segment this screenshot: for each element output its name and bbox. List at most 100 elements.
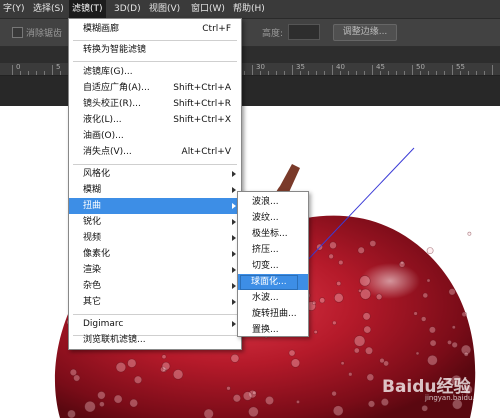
ruler-tick [356, 71, 357, 75]
menu-item-adaptive-wide-angle[interactable]: 自适应广角(A)... Shift+Ctrl+A [69, 80, 241, 96]
menu-item-label: 风格化 [83, 169, 111, 179]
water-droplet [319, 297, 326, 304]
ruler-tick [60, 71, 61, 75]
menu-item-label: 像素化 [83, 249, 111, 259]
menu-view[interactable]: 视图(V) [146, 0, 183, 18]
menu-item-filter-gallery-g[interactable]: 滤镜库(G)... [69, 64, 241, 80]
water-droplet [363, 325, 372, 334]
ruler-tick [420, 71, 421, 75]
ruler-label: 0 [16, 63, 21, 71]
water-droplet [331, 390, 337, 397]
submenu-arrow-icon [232, 171, 236, 177]
ruler-tick [260, 71, 261, 75]
menu-bar: 字(Y) 选择(S) 滤镜(T) 3D(D) 视图(V) 窗口(W) 帮助(H) [0, 0, 500, 19]
water-droplet [422, 292, 429, 299]
ruler-tick [244, 71, 245, 75]
water-droplet [252, 390, 257, 396]
anti-alias-label: 消除锯齿 [26, 29, 63, 39]
water-droplet [230, 353, 240, 363]
menu-item-vanishing-point[interactable]: 消失点(V)... Alt+Ctrl+V [69, 144, 241, 160]
menu-3d[interactable]: 3D(D) [111, 0, 144, 18]
refine-edge-button[interactable]: 调整边缘... [333, 24, 397, 41]
submenu-item-shear[interactable]: 切变... [238, 258, 308, 274]
menu-item-label: 视频 [83, 233, 102, 243]
menu-item-browse-online[interactable]: 浏览联机滤镜... [69, 332, 241, 348]
menu-help[interactable]: 帮助(H) [230, 0, 268, 18]
ruler-tick [12, 65, 13, 75]
submenu-item-ocean-ripple[interactable]: 水波... [238, 290, 308, 306]
menu-item-label: 自适应广角(A)... [83, 83, 150, 93]
menu-item-liquify[interactable]: 液化(L)... Shift+Ctrl+X [69, 112, 241, 128]
menu-item-noise[interactable]: 杂色 [69, 278, 241, 294]
water-droplet [313, 330, 318, 335]
menu-separator [73, 314, 237, 315]
menu-item-convert-smart[interactable]: 转换为智能滤镜 [69, 42, 241, 58]
menu-type[interactable]: 字(Y) [0, 0, 28, 18]
menu-window[interactable]: 窗口(W) [188, 0, 228, 18]
menu-item-digimarc[interactable]: Digimarc [69, 316, 241, 332]
water-droplet [447, 339, 452, 345]
submenu-item-pinch[interactable]: 挤压... [238, 242, 308, 258]
menu-item-shortcut: Alt+Ctrl+V [181, 147, 231, 157]
water-droplet [242, 391, 253, 401]
menu-item-render[interactable]: 渲染 [69, 262, 241, 278]
height-field[interactable] [288, 24, 320, 40]
menu-item-label: 油画(O)... [83, 131, 124, 141]
height-label: 高度: [262, 29, 284, 39]
water-droplet [133, 375, 143, 384]
submenu-item-label: 极坐标... [252, 229, 288, 239]
submenu-item-displace[interactable]: 置换... [238, 322, 308, 338]
menu-item-other[interactable]: 其它 [69, 294, 241, 310]
submenu-arrow-icon [232, 299, 236, 305]
water-droplet [172, 369, 184, 380]
ruler-tick [52, 65, 53, 75]
menu-item-distort[interactable]: 扭曲 [69, 198, 241, 214]
submenu-arrow-icon [232, 219, 236, 225]
menu-filter[interactable]: 滤镜(T) [69, 0, 106, 18]
ruler-label: 55 [456, 63, 465, 71]
menu-item-video[interactable]: 视频 [69, 230, 241, 246]
submenu-item-ripple[interactable]: 波纹... [238, 210, 308, 226]
water-droplet [127, 358, 137, 368]
water-droplet [359, 275, 371, 287]
submenu-item-wave[interactable]: 波浪... [238, 194, 308, 210]
anti-alias-checkbox[interactable] [12, 27, 23, 38]
water-droplet [421, 316, 427, 322]
ruler-tick [396, 71, 397, 75]
water-droplet [369, 240, 377, 247]
submenu-item-polar-coordinates[interactable]: 极坐标... [238, 226, 308, 242]
water-droplet [353, 335, 366, 347]
menu-select[interactable]: 选择(S) [30, 0, 67, 18]
ruler-tick [412, 65, 413, 75]
water-droplet [429, 339, 437, 347]
ruler-tick [20, 71, 21, 75]
menu-item-stylize[interactable]: 风格化 [69, 166, 241, 182]
submenu-item-label: 波浪... [252, 197, 279, 207]
water-droplet [428, 326, 436, 334]
water-droplet [467, 231, 472, 236]
menu-item-sharpen[interactable]: 锐化 [69, 214, 241, 230]
water-droplet [296, 399, 300, 404]
ruler-tick [332, 65, 333, 75]
submenu-arrow-icon [232, 235, 236, 241]
submenu-item-label: 挤压... [252, 245, 279, 255]
water-droplet [333, 293, 344, 303]
submenu-item-twirl[interactable]: 旋转扭曲... [238, 306, 308, 322]
menu-item-filter-gallery[interactable]: 模糊画廊 Ctrl+F [69, 21, 241, 37]
ruler-tick [292, 65, 293, 75]
ruler-tick [436, 71, 437, 75]
submenu-item-spherize[interactable]: 球面化... [238, 274, 308, 290]
water-droplet [226, 386, 231, 391]
menu-item-pixelate[interactable]: 像素化 [69, 246, 241, 262]
menu-item-label: 渲染 [83, 265, 102, 275]
water-droplet [332, 320, 337, 326]
menu-item-blur[interactable]: 模糊 [69, 182, 241, 198]
menu-item-lens-correction[interactable]: 镜头校正(R)... Shift+Ctrl+R [69, 96, 241, 112]
water-droplet [358, 288, 362, 293]
water-droplet [340, 361, 345, 366]
water-droplet [84, 400, 96, 413]
water-droplet [99, 401, 105, 408]
water-droplet [375, 293, 383, 301]
menu-item-oil-paint[interactable]: 油画(O)... [69, 128, 241, 144]
menu-item-label: 滤镜库(G)... [83, 67, 133, 77]
